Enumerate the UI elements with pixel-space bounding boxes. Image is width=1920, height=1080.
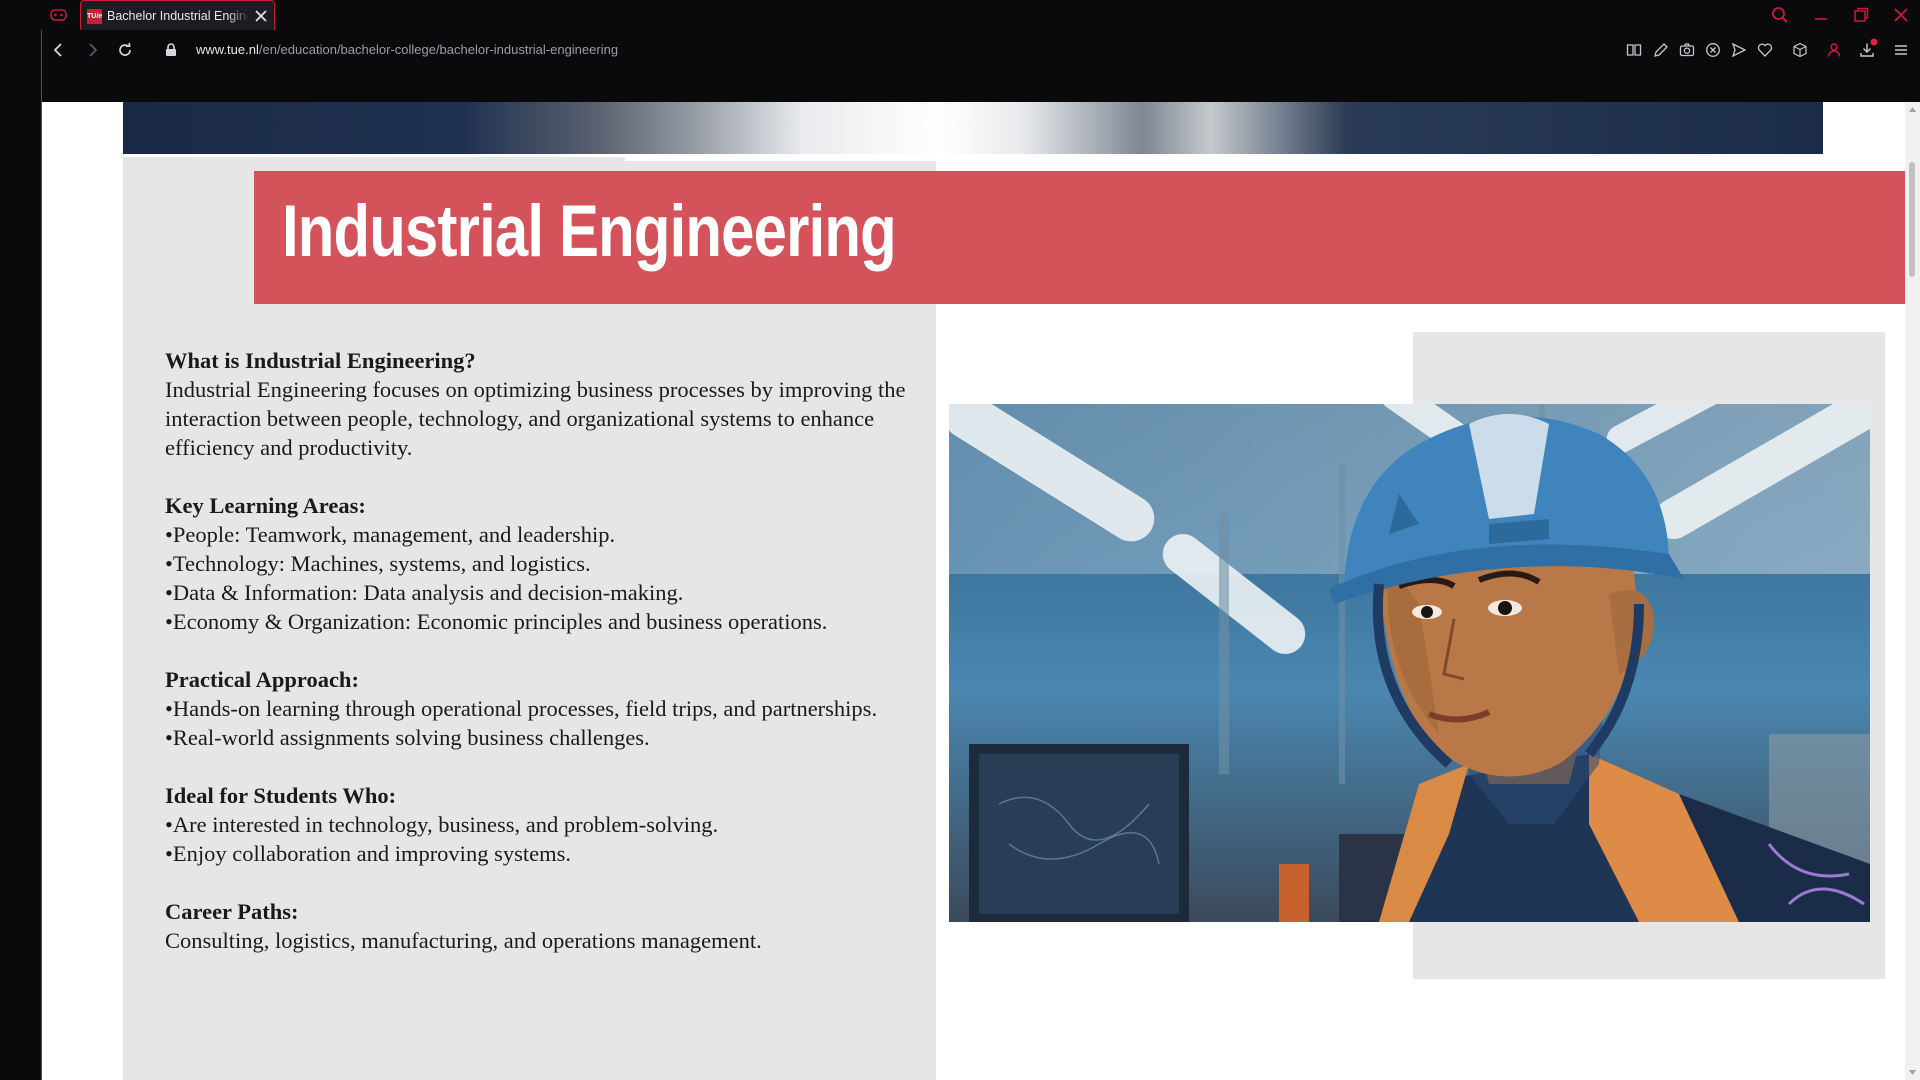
list-item: •Hands-on learning through operational p… <box>165 696 878 721</box>
active-tab[interactable]: TU/e Bachelor Industrial Engineering <box>80 0 275 30</box>
program-description: What is Industrial Engineering? Industri… <box>165 346 945 984</box>
reader-icon[interactable] <box>1626 42 1642 58</box>
scrollbar-thumb[interactable] <box>1909 162 1915 277</box>
page-viewport: Industrial Engineering What is Industria… <box>41 102 1905 1080</box>
engineer-illustration <box>949 404 1870 922</box>
close-tab-icon[interactable] <box>254 9 268 23</box>
section-heading: Ideal for Students Who: <box>165 783 397 808</box>
back-icon[interactable] <box>51 42 67 58</box>
notification-dot-icon <box>1870 38 1878 46</box>
profile-icon[interactable] <box>1826 42 1842 58</box>
tab-title: Bachelor Industrial Engineering <box>107 9 249 23</box>
url-field[interactable]: www.tue.nl/en/education/bachelor-college… <box>196 42 618 57</box>
list-item: •Economy & Organization: Economic princi… <box>165 609 828 634</box>
camera-icon[interactable] <box>1679 42 1695 58</box>
ideal-students-list: •Are interested in technology, business,… <box>165 810 945 868</box>
cancel-icon[interactable] <box>1705 42 1721 58</box>
list-item: •Real-world assignments solving business… <box>165 725 650 750</box>
heart-icon[interactable] <box>1757 42 1773 58</box>
learning-areas-list: •People: Teamwork, management, and leade… <box>165 520 945 636</box>
tue-favicon-icon: TU/e <box>87 9 102 24</box>
cube-icon[interactable] <box>1792 42 1808 58</box>
list-item: •Technology: Machines, systems, and logi… <box>165 551 591 576</box>
section-practical-approach: Practical Approach: •Hands-on learning t… <box>165 665 945 752</box>
section-key-learning-areas: Key Learning Areas: •People: Teamwork, m… <box>165 491 945 636</box>
section-career-paths: Career Paths: Consulting, logistics, man… <box>165 897 945 955</box>
page-title: Industrial Engineering <box>282 191 897 272</box>
list-item: •Data & Information: Data analysis and d… <box>165 580 684 605</box>
forward-icon[interactable] <box>84 42 100 58</box>
section-heading: What is Industrial Engineering? <box>165 348 476 373</box>
section-text: Consulting, logistics, manufacturing, an… <box>165 928 762 953</box>
gx-icon[interactable] <box>50 7 67 23</box>
browser-sidebar-strip <box>0 0 41 1080</box>
menu-icon[interactable] <box>1893 42 1909 58</box>
section-text: Industrial Engineering focuses on optimi… <box>165 377 906 460</box>
hero-image <box>123 102 1823 154</box>
minimize-icon[interactable] <box>1812 6 1830 24</box>
list-item: •Enjoy collaboration and improving syste… <box>165 841 571 866</box>
address-bar <box>41 30 1920 102</box>
section-what-is: What is Industrial Engineering? Industri… <box>165 346 945 462</box>
section-heading: Practical Approach: <box>165 667 359 692</box>
close-window-icon[interactable] <box>1892 6 1910 24</box>
reload-icon[interactable] <box>117 42 133 58</box>
scroll-down-icon[interactable] <box>1908 1068 1917 1077</box>
page-scrollbar[interactable] <box>1905 102 1920 1080</box>
url-path: /en/education/bachelor-college/bachelor-… <box>258 42 619 57</box>
lock-icon[interactable] <box>165 43 177 57</box>
section-heading: Key Learning Areas: <box>165 493 366 518</box>
edit-icon[interactable] <box>1653 42 1669 58</box>
tab-bar: TU/e Bachelor Industrial Engineering <box>0 0 1920 30</box>
section-ideal-students: Ideal for Students Who: •Are interested … <box>165 781 945 868</box>
restore-icon[interactable] <box>1852 6 1870 24</box>
scroll-up-icon[interactable] <box>1908 105 1917 114</box>
url-host: www.tue.nl <box>196 42 259 57</box>
practical-approach-list: •Hands-on learning through operational p… <box>165 694 945 752</box>
section-heading: Career Paths: <box>165 899 299 924</box>
send-icon[interactable] <box>1731 42 1747 58</box>
search-icon[interactable] <box>1771 6 1789 24</box>
list-item: •People: Teamwork, management, and leade… <box>165 522 616 547</box>
divider-strip <box>625 154 1905 161</box>
list-item: •Are interested in technology, business,… <box>165 812 719 837</box>
